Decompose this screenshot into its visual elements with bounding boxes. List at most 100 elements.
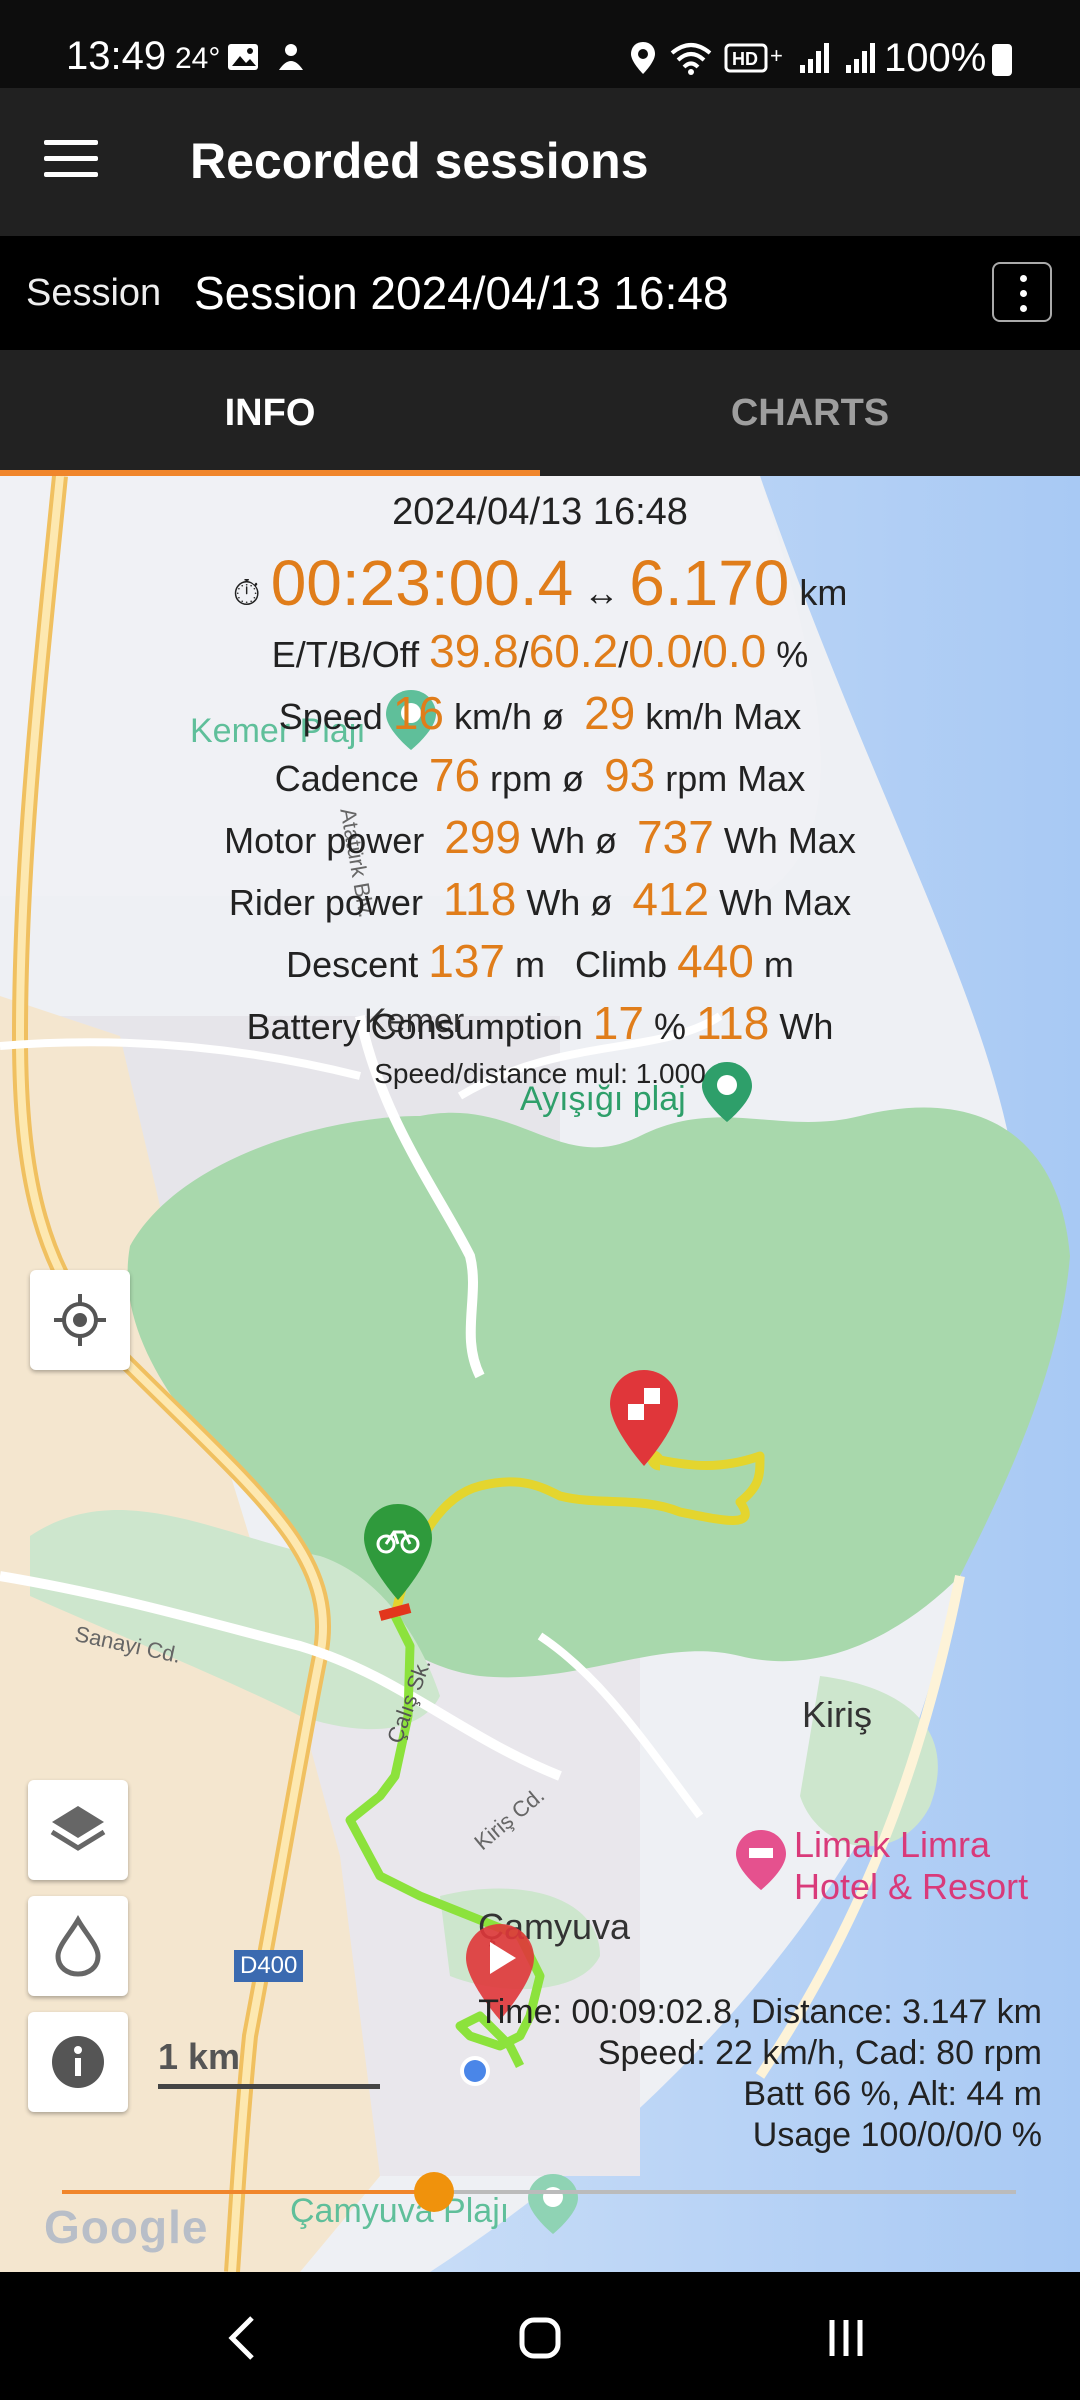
- tab-bar: INFO CHARTS: [0, 350, 1080, 476]
- battery-consumption-wh: 118: [696, 997, 770, 1049]
- climb-value: 440: [677, 935, 754, 987]
- signal-icon: [800, 43, 829, 73]
- track-point-info: Time: 00:09:02.8, Distance: 3.147 km Spe…: [478, 1992, 1042, 2156]
- etbo-value-e: 39.8: [429, 625, 519, 677]
- battery-consumption-row: Battery Consumption 17 % 118 Wh: [0, 992, 1080, 1054]
- status-temperature: 24°: [175, 42, 221, 75]
- map-label-kiris: Kiriş: [802, 1694, 872, 1735]
- battery-consumption-percent-unit: %: [653, 1006, 686, 1047]
- app-icon: [279, 44, 303, 70]
- playback-slider-thumb[interactable]: [414, 2172, 455, 2212]
- cadence-max: 93: [604, 749, 656, 801]
- descent-label: Descent: [286, 944, 419, 985]
- cadence-avg: 76: [428, 749, 481, 801]
- etbo-sep: /: [692, 634, 703, 675]
- descent-climb-row: Descent 137 m Climb 440 m: [0, 930, 1080, 992]
- rider-power-avg: 118: [442, 873, 517, 925]
- rider-power-label: Rider power: [228, 882, 423, 923]
- duration-value: 00:23:00.4: [270, 547, 574, 619]
- track-point-time-distance: Time: 00:09:02.8, Distance: 3.147 km: [478, 1993, 1042, 2031]
- etbo-row: E/T/B/Off 39.8/60.2/0.0/0.0 %: [0, 620, 1080, 682]
- speed-max-unit: km/h Max: [645, 696, 802, 737]
- motor-power-avg-unit: Wh ø: [531, 820, 618, 861]
- hotel-pin-icon: [736, 1830, 786, 1890]
- session-label: Session: [26, 272, 162, 314]
- session-selector: Session Session 2024/04/13 16:48: [0, 236, 1080, 350]
- finish-flag-marker-icon[interactable]: [606, 1368, 682, 1468]
- image-icon: [228, 44, 258, 70]
- speed-max: 29: [584, 687, 636, 739]
- track-point-battery-altitude: Batt 66 %, Alt: 44 m: [743, 2075, 1042, 2113]
- battery-consumption-percent: 17: [592, 997, 644, 1049]
- menu-icon[interactable]: [44, 140, 98, 180]
- distance-value: 6.170: [629, 547, 790, 619]
- cadence-row: Cadence 76 rpm ø 93 rpm Max: [0, 744, 1080, 806]
- speed-row: Speed 16 km/h ø 29 km/h Max: [0, 682, 1080, 744]
- recents-icon[interactable]: [814, 2306, 878, 2370]
- map-label-limak: Limak Limra: [794, 1824, 991, 1865]
- wifi-icon: [670, 43, 712, 75]
- session-value[interactable]: Session 2024/04/13 16:48: [194, 266, 729, 320]
- app-bar: Recorded sessions: [0, 88, 1080, 236]
- rider-power-avg-unit: Wh ø: [526, 882, 613, 923]
- motor-power-avg: 299: [444, 811, 522, 863]
- motor-power-row: Motor power 299 Wh ø 737 Wh Max: [0, 806, 1080, 868]
- speed-avg-unit: km/h ø: [454, 696, 565, 737]
- distance-arrow-icon: ↔: [583, 572, 620, 613]
- map-label-d400: D400: [234, 1950, 304, 1982]
- cadence-max-unit: rpm Max: [665, 758, 806, 799]
- beach-pin-icon: [528, 2174, 578, 2234]
- battery-percent: 100%: [884, 36, 987, 80]
- speed-avg: 16: [392, 687, 445, 739]
- session-overflow-menu-button[interactable]: [992, 262, 1052, 322]
- map-scale-bar: [158, 2084, 380, 2089]
- climb-label: Climb: [575, 944, 668, 985]
- etbo-sep: /: [618, 634, 629, 675]
- bike-start-marker-icon[interactable]: [360, 1502, 436, 1602]
- speed-distance-multiplier: Speed/distance mul: 1.000: [374, 1058, 706, 1089]
- etbo-value-off: 0.0: [702, 625, 767, 677]
- tab-info[interactable]: INFO: [0, 350, 540, 476]
- status-time: 13:49: [66, 34, 167, 78]
- motor-power-max: 737: [637, 811, 714, 863]
- location-icon: [631, 42, 655, 74]
- map-view[interactable]: Kemer Plajı Atatürk Blv. Kemer Ayışığı p…: [0, 476, 1080, 2272]
- climb-unit: m: [763, 944, 794, 985]
- battery-consumption-wh-unit: Wh: [779, 1006, 834, 1047]
- track-point-speed-cadence: Speed: 22 km/h, Cad: 80 rpm: [597, 2034, 1042, 2072]
- stopwatch-icon: ⏱: [232, 572, 261, 613]
- hd-icon: HD +: [724, 43, 783, 73]
- layers-button[interactable]: [28, 1780, 128, 1880]
- speed-label: Speed: [278, 696, 383, 737]
- crosshair-icon: [54, 1294, 106, 1346]
- drop-icon: [55, 1914, 101, 1977]
- tab-charts[interactable]: CHARTS: [540, 350, 1080, 476]
- back-icon[interactable]: [212, 2306, 276, 2370]
- my-location-button[interactable]: [30, 1270, 130, 1370]
- etbo-unit: %: [776, 634, 809, 675]
- motor-power-label: Motor power: [224, 820, 425, 861]
- playback-slider[interactable]: [62, 2172, 1016, 2212]
- color-mode-button[interactable]: [28, 1896, 128, 1996]
- map-label-limak-hotel: Hotel & Resort: [794, 1866, 1029, 1907]
- cadence-avg-unit: rpm ø: [490, 758, 585, 799]
- info-button[interactable]: [28, 2012, 128, 2112]
- map-scale-label: 1 km: [158, 2036, 241, 2077]
- session-stats: 2024/04/13 16:48 ⏱ 00:23:00.4 ↔ 6.170 km…: [0, 476, 1080, 1094]
- battery-icon: [992, 44, 1012, 76]
- distance-unit: km: [799, 572, 848, 613]
- page-title: Recorded sessions: [190, 133, 649, 189]
- svg-text:+: +: [770, 43, 783, 68]
- descent-value: 137: [428, 935, 505, 987]
- playback-slider-fill: [62, 2190, 435, 2194]
- etbo-value-t: 60.2: [528, 625, 619, 677]
- battery-consumption-label: Battery Consumption: [246, 1006, 583, 1047]
- descent-unit: m: [515, 944, 546, 985]
- signal2-icon: [846, 43, 875, 73]
- layers-icon: [50, 1806, 106, 1851]
- info-icon: [52, 2036, 104, 2088]
- etbo-sep: /: [518, 634, 529, 675]
- home-icon[interactable]: [508, 2306, 572, 2370]
- etbo-label: E/T/B/Off: [271, 634, 420, 675]
- google-logo: Google: [44, 2201, 209, 2253]
